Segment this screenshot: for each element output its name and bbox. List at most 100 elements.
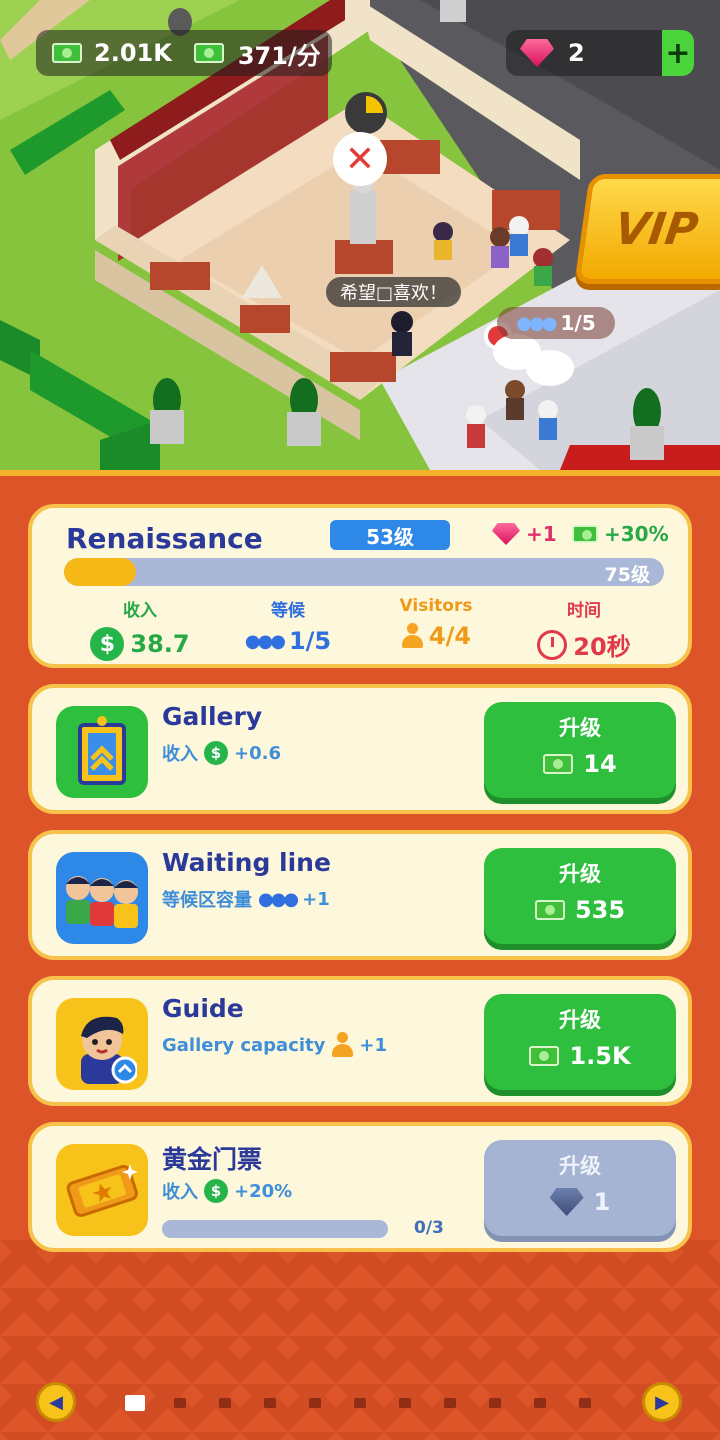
golden-ticket-icon [56, 1144, 148, 1236]
page-dot[interactable] [534, 1398, 546, 1408]
upgrade-desc-value: +1 [302, 888, 330, 910]
stat-waiting-value-row: ●●● 1/5 [218, 627, 358, 655]
cash-bonus-icon [572, 525, 598, 543]
vip-button[interactable]: VIP [574, 174, 720, 284]
upgrade-desc-value: +0.6 [234, 742, 281, 764]
people-icon: ●●● [516, 312, 557, 334]
upgrade-cost-row: 1.5K [484, 1042, 676, 1070]
room-pager: ◀ ▶ [0, 1382, 720, 1426]
stat-visitors-value-row: 4/4 [366, 622, 506, 650]
person-icon [401, 623, 423, 649]
people-icon: ●●● [244, 630, 286, 652]
cash-amount: 2.01K [94, 39, 172, 67]
upgrade-gallery-button[interactable]: 升级 14 [484, 702, 676, 798]
upgrade-cost: 535 [574, 896, 626, 924]
upgrade-cost: 14 [583, 750, 617, 778]
room-name: Renaissance [66, 522, 263, 555]
prev-room-button[interactable]: ◀ [36, 1382, 76, 1422]
person-icon [331, 1032, 354, 1058]
page-dot[interactable] [444, 1398, 456, 1408]
room-level-badge: 53级 [330, 520, 450, 550]
next-room-button[interactable]: ▶ [642, 1382, 682, 1422]
cash-icon [52, 43, 82, 63]
upgrade-desc-label: 收入 [162, 1182, 198, 1203]
upgrade-desc-label: 等候区容量 [162, 890, 252, 911]
upgrade-guide-button[interactable]: 升级 1.5K [484, 994, 676, 1090]
page-dot[interactable] [125, 1395, 145, 1411]
gem-bonus-value: +1 [526, 522, 557, 546]
page-dot[interactable] [579, 1398, 591, 1408]
vip-label: VIP [611, 203, 702, 255]
people-icon: ●●● [258, 888, 299, 910]
speech-text: 希望□喜欢！ [340, 283, 448, 304]
close-glyph: ✕ [344, 138, 376, 180]
cash-icon [543, 754, 574, 774]
stat-income-label: 收入 [123, 601, 157, 621]
gallery-frame-icon [56, 706, 148, 798]
upgrade-panel: Renaissance 53级 +1 +30% 75级 收入 $ 38.7 等候… [0, 470, 720, 1440]
page-dot[interactable] [219, 1398, 231, 1408]
stat-waiting: 等候 ●●● 1/5 [218, 596, 358, 655]
cash-icon [529, 1046, 560, 1066]
stat-time-value: 20秒 [573, 633, 631, 661]
page-dot[interactable] [174, 1398, 186, 1408]
page-dot[interactable] [309, 1398, 321, 1408]
cash-bonus: +30% [572, 522, 669, 546]
upgrade-button-label: 升级 [559, 716, 601, 740]
chevron-right-icon: ▶ [655, 1391, 669, 1413]
upgrade-waiting-line-button[interactable]: 升级 535 [484, 848, 676, 944]
stat-income: 收入 $ 38.7 [70, 596, 210, 661]
page-dot[interactable] [264, 1398, 276, 1408]
stat-visitors-label: Visitors [399, 596, 473, 616]
stat-income-value-row: $ 38.7 [70, 627, 210, 661]
upgrade-desc: Gallery capacity +1 [162, 1032, 387, 1058]
dollar-icon: $ [204, 1179, 228, 1203]
page-dot[interactable] [399, 1398, 411, 1408]
upgrade-card-waiting-line: Waiting line 等候区容量 ●●● +1 升级 535 [28, 830, 692, 960]
upgrade-golden-ticket-button[interactable]: 升级 1 [484, 1140, 676, 1236]
level-progress-fill [64, 558, 136, 586]
upgrade-button-label: 升级 [559, 862, 601, 886]
stat-visitors-value: 4/4 [428, 622, 472, 650]
chevron-left-icon: ◀ [49, 1391, 63, 1413]
upgrade-desc-label: 收入 [162, 744, 198, 765]
upgrade-card-gallery: Gallery 收入 $ +0.6 升级 14 [28, 684, 692, 814]
upgrade-card-guide: Guide Gallery capacity +1 升级 1.5K [28, 976, 692, 1106]
ticket-progress-count: 0/3 [414, 1218, 444, 1238]
stat-waiting-label: 等候 [271, 601, 305, 621]
queue-badge: ●●● 1/5 [497, 307, 615, 339]
gem-count: 2 [568, 39, 585, 67]
upgrade-cost-row: 1 [484, 1188, 676, 1216]
ticket-progress-bar [162, 1220, 388, 1238]
stat-time-value-row: 20秒 [514, 627, 654, 662]
upgrade-desc-value: +1 [359, 1034, 387, 1056]
clock-icon [537, 629, 568, 660]
upgrade-title: Gallery [162, 702, 263, 731]
stat-time-label: 时间 [567, 601, 601, 621]
upgrade-cost: 1 [593, 1188, 611, 1216]
game-scene[interactable]: 2.01K 371/分 2 + ✕ 希望□喜欢！ ●●● 1/5 VIP [0, 0, 720, 470]
speech-bubble: 希望□喜欢！ [326, 277, 462, 307]
add-gems-button[interactable]: + [662, 30, 694, 76]
next-milestone-label: 75级 [604, 564, 650, 586]
upgrade-desc-label: Gallery capacity [162, 1034, 326, 1056]
gem-bonus-icon [492, 523, 520, 545]
income-rate: 371/分 [237, 41, 321, 70]
diamond-icon [549, 1188, 584, 1216]
upgrade-desc: 收入 $ +0.6 [162, 740, 281, 766]
room-timer-icon [345, 92, 387, 134]
gem-icon [520, 39, 554, 67]
gem-bonus: +1 [492, 522, 557, 546]
level-progress-bar: 75级 [64, 558, 664, 586]
upgrade-title: Waiting line [162, 848, 331, 877]
upgrade-desc-value: +20% [234, 1180, 293, 1202]
plus-icon: + [665, 35, 691, 71]
upgrade-cost-row: 14 [484, 750, 676, 778]
page-dot[interactable] [489, 1398, 501, 1408]
stat-income-value: 38.7 [130, 630, 190, 658]
page-dot[interactable] [354, 1398, 366, 1408]
upgrade-cost-row: 535 [484, 896, 676, 924]
stat-waiting-value: 1/5 [288, 627, 332, 655]
close-icon[interactable]: ✕ [333, 132, 387, 186]
upgrade-desc: 等候区容量 ●●● +1 [162, 886, 330, 912]
